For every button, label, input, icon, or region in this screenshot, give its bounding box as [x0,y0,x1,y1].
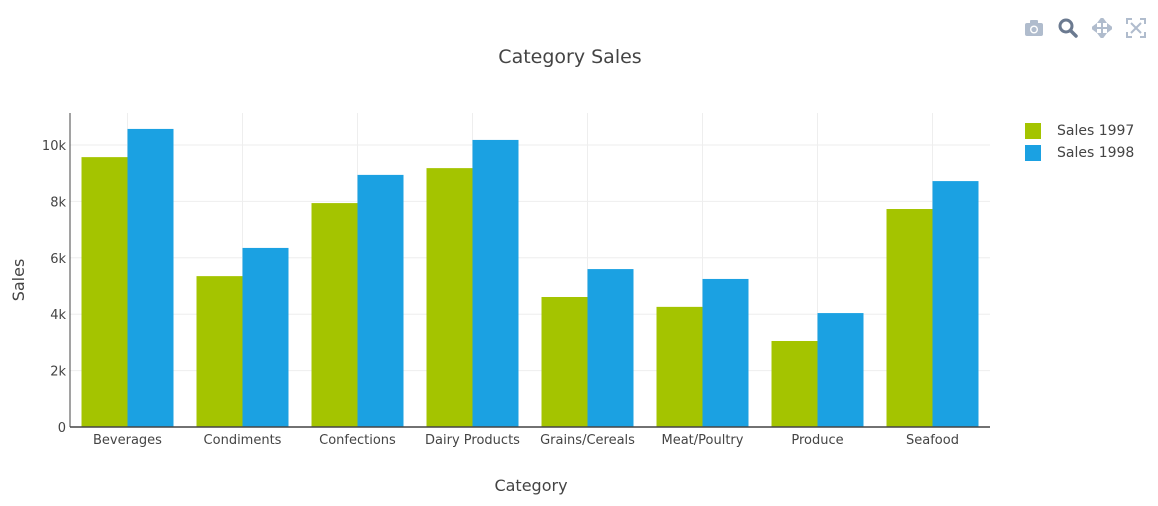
zoom-button[interactable] [1056,16,1080,40]
bar-chart: 0 2k 4k 6k 8k 10k Beverages Condiments Confecti… [9,46,990,495]
y-tick-label: 6k [50,252,66,267]
y-tick-label: 8k [50,195,66,210]
y-tick-label: 0 [58,421,66,436]
x-tick-label: Dairy Products [425,433,520,448]
zoom-icon [1058,18,1078,38]
x-tick-label: Condiments [204,433,282,448]
autoscale-button[interactable] [1124,16,1148,40]
y-tick-labels: 0 2k 4k 6k 8k 10k [42,139,67,436]
y-tick-label: 4k [50,308,66,323]
bar-sales-1997[interactable] [771,340,818,427]
x-tick-label: Meat/Poultry [662,433,744,448]
y-tick-label: 10k [42,139,67,154]
legend-swatch-1998 [1025,145,1041,161]
bar-sales-1998[interactable] [702,278,749,427]
bar-sales-1998[interactable] [127,128,174,427]
x-tick-label: Produce [791,433,843,448]
bar-sales-1998[interactable] [242,247,289,427]
bar-sales-1998[interactable] [472,139,519,427]
bar-sales-1998[interactable] [357,174,404,427]
y-tick-label: 2k [50,365,66,380]
y-axis-title: Sales [9,259,28,302]
bar-sales-1997[interactable] [886,209,933,427]
legend: Sales 1997 Sales 1998 [1025,120,1134,164]
x-tick-labels: Beverages Condiments Confections Dairy Prod… [93,433,959,448]
bar-sales-1997[interactable] [426,168,473,427]
bar-sales-1997[interactable] [656,306,703,427]
x-tick-label: Grains/Cereals [540,433,635,448]
legend-label: Sales 1997 [1057,123,1135,139]
x-axis-title: Category [494,476,567,495]
bar-sales-1998[interactable] [587,269,634,427]
bar-sales-1997[interactable] [196,276,243,427]
bar-sales-1997[interactable] [81,157,128,427]
pan-button[interactable] [1090,16,1114,40]
legend-item-sales-1998[interactable]: Sales 1998 [1025,142,1134,164]
x-tick-label: Beverages [93,433,162,448]
download-png-button[interactable] [1022,16,1046,40]
bar-sales-1997[interactable] [311,203,358,427]
autoscale-icon [1126,18,1146,38]
bars [81,128,979,427]
modebar [1022,16,1148,40]
bar-sales-1998[interactable] [817,313,864,427]
pan-icon [1092,18,1112,38]
x-tick-label: Confections [319,433,396,448]
legend-swatch-1997 [1025,123,1041,139]
legend-label: Sales 1998 [1057,145,1135,161]
bar-sales-1998[interactable] [932,181,979,427]
legend-item-sales-1997[interactable]: Sales 1997 [1025,120,1134,142]
x-tick-label: Seafood [906,433,959,448]
chart-title: Category Sales [498,46,641,68]
bar-sales-1997[interactable] [541,296,588,427]
camera-icon [1025,20,1043,36]
